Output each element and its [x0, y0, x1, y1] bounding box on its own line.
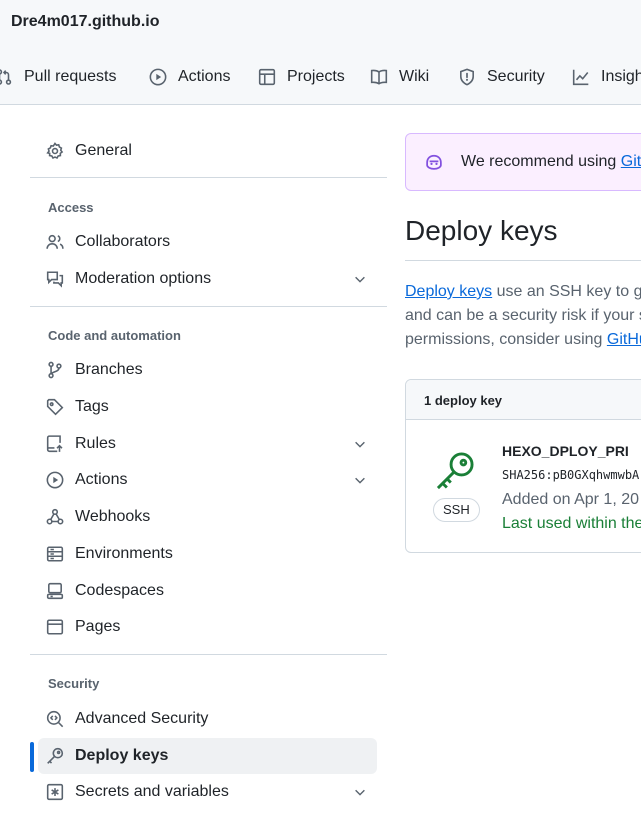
page-title: Deploy keys — [405, 215, 558, 246]
ssh-badge: SSH — [433, 498, 480, 522]
sidebar-item-label: Actions — [75, 471, 128, 488]
description-text: use an SSH key to gr — [492, 283, 641, 300]
sidebar-divider — [30, 654, 387, 655]
sidebar-item-label: General — [75, 142, 132, 159]
tab-insights[interactable]: Insigh — [572, 60, 641, 94]
key-icon — [47, 747, 64, 764]
deploy-key-name: HEXO_DPLOY_PRI — [502, 443, 629, 459]
sidebar-divider — [30, 177, 387, 178]
comment-discussion-icon — [46, 271, 64, 288]
browser-icon — [46, 619, 64, 635]
tab-security[interactable]: Security — [458, 60, 545, 94]
settings-sidebar: General Access Collaborators Moderation … — [0, 105, 400, 814]
deploy-keys-list: 1 deploy key SSH HEXO_DPLOY_PRI SHA256:p… — [405, 379, 641, 553]
sidebar-item-label: Webhooks — [75, 508, 151, 525]
deploy-key-last-used: Last used within the — [502, 515, 641, 532]
sidebar-heading-security: Security — [48, 676, 100, 691]
deploy-key-fingerprint: SHA256:pB0GXqhwmwbA — [502, 468, 640, 482]
tab-security-label: Security — [487, 68, 545, 85]
description-line: Deploy keys use an SSH key to gr — [405, 280, 641, 304]
graph-icon — [572, 69, 589, 86]
key-icon — [436, 452, 474, 490]
sidebar-item-branches[interactable]: Branches — [38, 352, 377, 388]
repo-header: Dre4m017.github.io Pull requests Actions… — [0, 0, 641, 105]
sidebar-item-label: Codespaces — [75, 582, 164, 599]
description-line: permissions, consider using GitHu — [405, 328, 641, 352]
git-pull-request-icon — [0, 69, 12, 85]
tab-projects-label: Projects — [287, 68, 345, 85]
codespaces-icon — [46, 582, 64, 600]
server-icon — [46, 546, 64, 562]
git-branch-icon — [48, 361, 62, 379]
tab-projects[interactable]: Projects — [258, 60, 345, 94]
codescan-icon — [46, 710, 64, 728]
sidebar-item-label: Environments — [75, 545, 173, 562]
tab-pull-requests-label: Pull requests — [24, 68, 117, 85]
title-divider — [405, 260, 641, 261]
deploy-keys-description: Deploy keys use an SSH key to gr and can… — [405, 280, 641, 352]
sidebar-item-collaborators[interactable]: Collaborators — [38, 224, 377, 260]
sidebar-item-environments[interactable]: Environments — [38, 536, 377, 572]
sidebar-item-advanced-security[interactable]: Advanced Security — [38, 701, 377, 737]
sidebar-item-codespaces[interactable]: Codespaces — [38, 573, 377, 609]
sidebar-item-webhooks[interactable]: Webhooks — [38, 499, 377, 535]
tab-insights-label: Insigh — [601, 68, 641, 85]
shield-icon — [460, 68, 474, 86]
repo-title[interactable]: Dre4m017.github.io — [11, 13, 159, 31]
sidebar-item-general[interactable]: General — [38, 133, 377, 169]
gear-icon — [46, 142, 64, 159]
deploy-keys-docs-link[interactable]: Deploy keys — [405, 283, 492, 300]
sidebar-item-secrets-variables[interactable]: Secrets and variables — [38, 774, 377, 810]
sidebar-item-actions[interactable]: Actions — [38, 462, 377, 498]
sidebar-item-label: Pages — [75, 618, 121, 635]
tab-pull-requests[interactable]: Pull requests — [0, 60, 117, 94]
active-indicator — [30, 742, 34, 772]
sidebar-heading-code-automation: Code and automation — [48, 328, 181, 343]
chevron-down-icon[interactable] — [353, 473, 367, 487]
banner-message: We recommend using — [461, 153, 621, 170]
sidebar-item-label: Collaborators — [75, 233, 171, 250]
people-icon — [46, 234, 64, 249]
webhook-icon — [46, 508, 64, 525]
chevron-down-icon[interactable] — [353, 272, 367, 286]
sidebar-item-tags[interactable]: Tags — [38, 389, 377, 425]
sidebar-item-deploy-keys[interactable]: Deploy keys — [38, 738, 377, 774]
deploy-keys-count: 1 deploy key — [406, 380, 641, 420]
main-content: We recommend using Git Deploy keys Deplo… — [405, 105, 641, 814]
play-icon — [149, 68, 167, 86]
tab-actions-label: Actions — [178, 68, 231, 85]
tab-actions[interactable]: Actions — [149, 60, 230, 94]
github-apps-link[interactable]: GitHu — [607, 331, 641, 348]
banner-link[interactable]: Git — [621, 153, 641, 170]
chevron-down-icon[interactable] — [353, 437, 367, 451]
asterisk-icon — [46, 783, 64, 801]
banner-text: We recommend using Git — [461, 153, 641, 171]
sidebar-item-rules[interactable]: Rules — [38, 426, 377, 462]
tag-icon — [46, 398, 64, 416]
sidebar-item-label: Rules — [75, 435, 116, 452]
description-text: permissions, consider using — [405, 331, 607, 348]
play-icon — [46, 471, 64, 489]
book-icon — [370, 69, 388, 85]
description-text: and can be a security risk if your s — [405, 307, 641, 324]
table-icon — [258, 68, 276, 86]
sidebar-item-label: Branches — [75, 361, 143, 378]
sidebar-item-pages[interactable]: Pages — [38, 609, 377, 645]
sidebar-divider — [30, 306, 387, 307]
chevron-down-icon[interactable] — [353, 785, 367, 799]
sidebar-item-label: Deploy keys — [75, 747, 169, 764]
sidebar-item-moderation-options[interactable]: Moderation options — [38, 261, 377, 297]
tab-wiki-label: Wiki — [399, 68, 430, 85]
sidebar-item-label: Secrets and variables — [75, 783, 229, 800]
tab-wiki[interactable]: Wiki — [370, 60, 429, 94]
copilot-icon — [426, 154, 442, 170]
recommendation-banner: We recommend using Git — [405, 133, 641, 191]
deploy-key-added-date: Added on Apr 1, 20 — [502, 491, 639, 508]
sidebar-item-label: Tags — [75, 398, 109, 415]
sidebar-item-label: Moderation options — [75, 270, 212, 287]
sidebar-item-label: Advanced Security — [75, 710, 209, 727]
repo-push-icon — [46, 435, 63, 453]
sidebar-heading-access: Access — [48, 200, 94, 215]
